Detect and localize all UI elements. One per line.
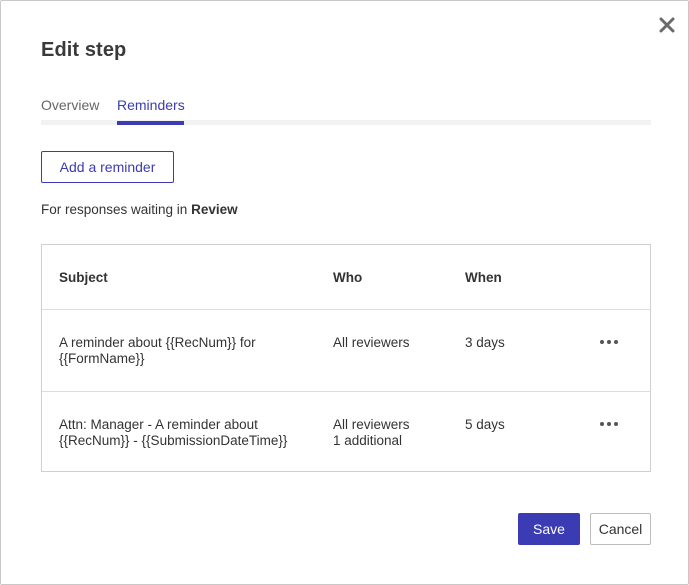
reminder-who: All reviewers [333,335,453,351]
tab-bar: Overview Reminders [41,93,651,126]
subject-line: Attn: Manager - A reminder about [59,417,258,432]
row-actions-button[interactable] [597,416,621,432]
reminder-subject: A reminder about {{RecNum}} for {{FormNa… [59,335,319,367]
edit-step-dialog: Edit step Overview Reminders Add a remin… [0,0,689,585]
tab-overview[interactable]: Overview [41,97,99,125]
who-line: All reviewers [333,335,410,350]
waiting-info: For responses waiting in Review [41,202,238,217]
who-line: All reviewers [333,417,410,432]
subject-line: {{RecNum}} - {{SubmissionDateTime}} [59,433,288,448]
add-reminder-button[interactable]: Add a reminder [41,151,174,183]
table-header-row: Subject Who When [42,245,650,310]
more-horizontal-icon [600,340,618,344]
reminders-table: Subject Who When A reminder about {{RecN… [41,244,651,472]
waiting-prefix: For responses waiting in [41,202,188,217]
column-header-when: When [465,270,502,285]
table-row: A reminder about {{RecNum}} for {{FormNa… [42,310,650,392]
cancel-button[interactable]: Cancel [590,513,651,545]
subject-line: A reminder about {{RecNum}} for [59,335,256,350]
reminder-who: All reviewers 1 additional [333,417,453,449]
dialog-title: Edit step [41,39,127,61]
close-icon [659,17,675,33]
subject-line: {{FormName}} [59,351,145,366]
close-button[interactable] [655,13,679,37]
save-button[interactable]: Save [518,513,580,545]
reminder-when: 5 days [465,417,505,432]
who-line: 1 additional [333,433,403,448]
active-tab-indicator [117,121,184,125]
column-header-who: Who [333,270,363,285]
waiting-step-name: Review [191,202,238,217]
reminder-subject: Attn: Manager - A reminder about {{RecNu… [59,417,319,449]
more-horizontal-icon [600,422,618,426]
row-actions-button[interactable] [597,334,621,350]
reminder-when: 3 days [465,335,505,350]
column-header-subject: Subject [59,270,108,285]
table-row: Attn: Manager - A reminder about {{RecNu… [42,392,650,472]
